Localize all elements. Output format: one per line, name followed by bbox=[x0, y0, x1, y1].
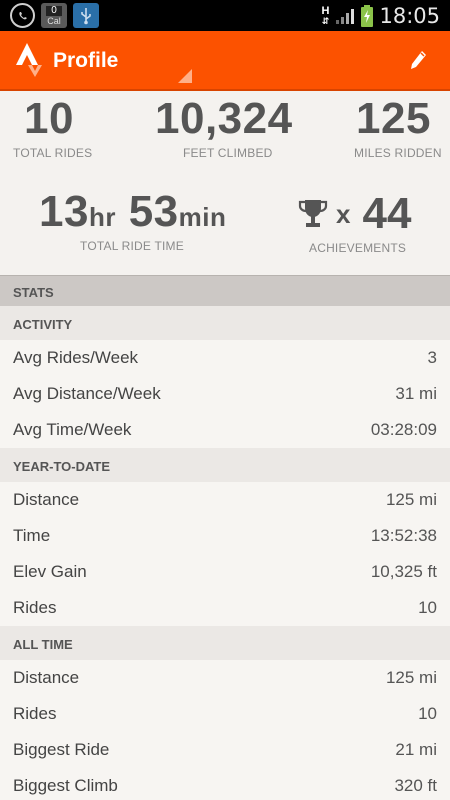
stat-row: Rides 10 bbox=[0, 590, 450, 626]
stat-row: Avg Rides/Week 3 bbox=[0, 340, 450, 376]
stat-value: 125 mi bbox=[385, 668, 437, 687]
strava-logo-icon[interactable] bbox=[14, 43, 44, 82]
achievements-multiplier: x bbox=[336, 198, 351, 229]
stat-row: Avg Time/Week 03:28:09 bbox=[0, 412, 450, 448]
stat-label: Distance bbox=[13, 490, 80, 509]
total-rides-label: TOTAL RIDES bbox=[13, 146, 93, 160]
stat-label: Biggest Ride bbox=[13, 740, 110, 759]
stat-value: 125 mi bbox=[385, 490, 437, 509]
stat-row: Time 13:52:38 bbox=[0, 518, 450, 554]
miles-ridden-label: MILES RIDDEN bbox=[354, 146, 442, 160]
stat-label: Avg Time/Week bbox=[13, 420, 132, 439]
stat-value: 21 mi bbox=[395, 740, 437, 759]
stat-label: Avg Rides/Week bbox=[13, 348, 139, 367]
feet-climbed-value: 10,324 bbox=[155, 94, 293, 143]
total-ride-time-label: TOTAL RIDE TIME bbox=[80, 239, 184, 253]
ride-time-hours: 13 bbox=[39, 187, 89, 236]
stat-label: Biggest Climb bbox=[13, 776, 118, 795]
stat-value: 10,325 ft bbox=[370, 562, 437, 581]
ride-time-minutes: 53 bbox=[128, 187, 179, 236]
pencil-icon[interactable] bbox=[410, 50, 428, 75]
stat-value: 320 ft bbox=[394, 776, 437, 795]
section-header-year-to-date: YEAR-TO-DATE bbox=[0, 448, 450, 482]
stat-row: Biggest Climb 320 ft bbox=[0, 768, 450, 800]
calendar-label: Cal bbox=[47, 15, 61, 26]
stat-label: Time bbox=[13, 526, 51, 545]
signal-icon bbox=[336, 8, 355, 24]
stat-label: Rides bbox=[13, 598, 57, 617]
stats-header: STATS bbox=[0, 275, 450, 306]
ride-time-hours-unit: hr bbox=[88, 202, 116, 232]
section-header-all-time: ALL TIME bbox=[0, 626, 450, 660]
ride-time-minutes-unit: min bbox=[178, 202, 227, 232]
system-status: H ⇵ 18:05 bbox=[322, 0, 440, 31]
stats-list: STATS ACTIVITY Avg Rides/Week 3 Avg Dista… bbox=[0, 275, 450, 800]
whatsapp-icon bbox=[10, 3, 35, 28]
stat-value: 10 bbox=[418, 704, 437, 723]
achievements-summary[interactable]: x 44 bbox=[298, 189, 411, 239]
total-ride-time-value: 13hr 53min bbox=[39, 187, 226, 237]
calendar-icon: 0 Cal bbox=[41, 3, 67, 28]
stat-value: 03:28:09 bbox=[370, 420, 437, 439]
achievements-value: 44 bbox=[362, 189, 412, 238]
clock: 18:05 bbox=[379, 3, 440, 28]
stat-row: Avg Distance/Week 31 mi bbox=[0, 376, 450, 412]
page-title[interactable]: Profile bbox=[53, 49, 118, 73]
status-bar: 0 Cal H ⇵ 18:05 bbox=[0, 0, 450, 31]
trophy-icon bbox=[298, 200, 328, 227]
stat-value: 10 bbox=[418, 598, 437, 617]
action-bar: Profile bbox=[0, 31, 450, 91]
stat-row: Biggest Ride 21 mi bbox=[0, 732, 450, 768]
notification-icons: 0 Cal bbox=[10, 3, 99, 28]
section-header-activity: ACTIVITY bbox=[0, 306, 450, 340]
stat-row: Rides 10 bbox=[0, 696, 450, 732]
dropdown-indicator-icon[interactable] bbox=[178, 69, 192, 83]
stat-label: Rides bbox=[13, 704, 57, 723]
stat-label: Distance bbox=[13, 668, 80, 687]
stat-value: 3 bbox=[427, 348, 437, 367]
feet-climbed-label: FEET CLIMBED bbox=[183, 146, 273, 160]
calendar-day: 0 bbox=[46, 5, 62, 16]
battery-charging-icon bbox=[361, 4, 374, 27]
stat-row: Distance 125 mi bbox=[0, 660, 450, 696]
network-type-label: H bbox=[321, 4, 330, 17]
miles-ridden-value: 125 bbox=[356, 94, 431, 143]
stat-row: Distance 125 mi bbox=[0, 482, 450, 518]
usb-icon bbox=[73, 3, 99, 28]
total-rides-value: 10 bbox=[24, 94, 74, 143]
profile-summary: 10 TOTAL RIDES 10,324 FEET CLIMBED 125 M… bbox=[0, 92, 450, 275]
stat-label: Elev Gain bbox=[13, 562, 87, 581]
stat-label: Avg Distance/Week bbox=[13, 384, 161, 403]
achievements-label: ACHIEVEMENTS bbox=[309, 241, 407, 255]
stat-value: 13:52:38 bbox=[370, 526, 437, 545]
stat-value: 31 mi bbox=[395, 384, 437, 403]
stat-row: Elev Gain 10,325 ft bbox=[0, 554, 450, 590]
network-type-indicator: H ⇵ bbox=[321, 4, 330, 26]
